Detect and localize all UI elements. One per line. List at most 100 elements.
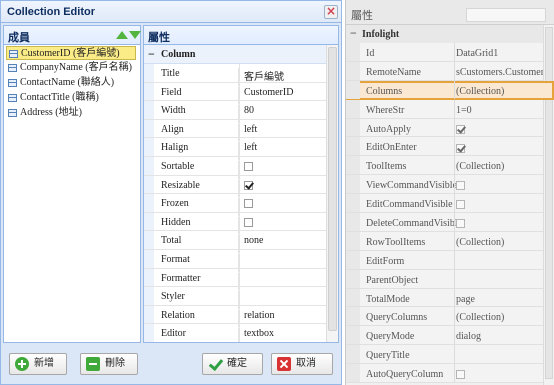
property-row[interactable]: Total none [144, 231, 338, 253]
property-row[interactable]: Formatter [144, 268, 338, 291]
side-property-row[interactable]: QueryColumns (Collection) [346, 307, 554, 327]
side-property-name: TotalMode [366, 293, 410, 305]
row-gutter [346, 80, 360, 99]
side-panel-scrollbar[interactable] [543, 25, 554, 385]
property-value[interactable]: left [244, 124, 257, 135]
property-row[interactable]: Title 客戶編號 [144, 64, 338, 86]
column-divider [454, 80, 455, 99]
side-property-value [456, 218, 465, 229]
property-row[interactable]: Sortable [144, 156, 338, 179]
side-property-value[interactable]: page [456, 294, 475, 305]
side-property-row[interactable]: AutoApply [346, 118, 554, 138]
property-row[interactable]: Relation relation [144, 305, 338, 328]
side-property-row[interactable]: EditForm [346, 250, 554, 270]
property-value[interactable]: none [244, 235, 263, 246]
collapse-icon[interactable]: − [148, 48, 155, 60]
member-item[interactable]: ContactName (聯絡人) [6, 76, 136, 90]
side-property-value[interactable]: (Collection) [456, 237, 504, 248]
side-property-row[interactable]: ParentObject [346, 269, 554, 289]
add-icon [15, 357, 29, 371]
side-property-value[interactable]: (Collection) [456, 86, 504, 97]
side-property-row[interactable]: DeleteCommandVisible [346, 213, 554, 232]
move-down-icon[interactable] [129, 31, 141, 39]
property-value[interactable]: textbox [244, 328, 274, 339]
add-button[interactable]: 新增 [9, 353, 67, 375]
checkbox[interactable] [244, 180, 253, 190]
side-property-row[interactable]: Columns (Collection) [346, 80, 554, 100]
row-gutter [346, 99, 360, 118]
side-property-row[interactable]: WhereStr 1=0 [346, 99, 554, 119]
property-row[interactable]: Width 80 [144, 101, 338, 123]
properties-scrollbar[interactable] [326, 45, 338, 342]
property-row[interactable]: Resizable [144, 175, 338, 198]
property-value[interactable]: 80 [244, 105, 254, 116]
property-row[interactable]: Format [144, 249, 338, 272]
row-gutter [346, 231, 360, 250]
property-value[interactable]: left [244, 142, 257, 153]
side-property-row[interactable]: QueryTitle [346, 345, 554, 365]
column-divider [454, 326, 455, 345]
property-value[interactable]: relation [244, 310, 275, 321]
cancel-button[interactable]: 取消 [271, 353, 333, 375]
collapse-icon[interactable]: − [350, 27, 357, 39]
side-property-value[interactable]: dialog [456, 331, 481, 342]
property-value [244, 161, 253, 172]
property-group-column[interactable]: − Column [144, 45, 338, 64]
delete-icon [86, 357, 100, 371]
property-row[interactable]: Hidden [144, 212, 338, 235]
checkbox[interactable] [456, 124, 465, 134]
side-property-row[interactable]: RemoteName sCustomers.Customers [346, 61, 554, 81]
property-value[interactable]: CustomerID [244, 87, 293, 98]
checkbox[interactable] [456, 219, 465, 229]
property-value [244, 217, 253, 228]
side-property-row[interactable]: ViewCommandVisible [346, 175, 554, 195]
checkbox[interactable] [456, 143, 465, 153]
member-item[interactable]: Address (地址) [6, 106, 136, 120]
property-search-input[interactable] [466, 8, 546, 22]
member-label: CompanyName (客戶名稱) [20, 62, 132, 73]
move-up-icon[interactable] [116, 31, 128, 39]
side-property-name: QueryMode [366, 331, 415, 343]
side-property-value[interactable]: sCustomers.Customers [456, 67, 548, 78]
checkmark-icon [208, 357, 222, 371]
property-row[interactable]: Field CustomerID [144, 82, 338, 105]
side-property-row[interactable]: RowToolItems (Collection) [346, 231, 554, 251]
side-property-row[interactable]: TotalMode page [346, 288, 554, 308]
ok-button[interactable]: 確定 [202, 353, 263, 375]
side-property-value[interactable]: DataGrid1 [456, 48, 498, 59]
side-property-row[interactable]: EditOnEnter [346, 137, 554, 157]
column-divider [454, 307, 455, 326]
checkbox[interactable] [244, 199, 253, 209]
side-property-row[interactable]: EditCommandVisible [346, 194, 554, 214]
member-label: ContactName (聯絡人) [20, 77, 115, 88]
property-row[interactable]: Halign left [144, 138, 338, 160]
dialog-titlebar[interactable]: Collection Editor × [1, 1, 341, 23]
property-row[interactable]: Frozen [144, 194, 338, 216]
side-property-row[interactable]: ToolItems (Collection) [346, 156, 554, 176]
close-icon[interactable]: × [324, 5, 338, 19]
side-property-row[interactable]: QueryMode dialog [346, 326, 554, 346]
side-property-value[interactable]: 1=0 [456, 105, 472, 116]
checkbox[interactable] [456, 370, 465, 380]
property-row[interactable]: Align left [144, 119, 338, 142]
side-property-name: RowToolItems [366, 236, 426, 248]
member-item[interactable]: CustomerID (客戶編號) [6, 46, 136, 60]
property-row[interactable]: Editor textbox [144, 324, 338, 342]
scrollbar-thumb[interactable] [328, 47, 337, 331]
property-value[interactable]: 客戶編號 [244, 68, 284, 83]
side-property-row[interactable]: Id DataGrid1 [346, 43, 554, 62]
checkbox[interactable] [244, 217, 253, 227]
side-group-infolight[interactable]: − Infolight [346, 25, 554, 43]
member-item[interactable]: ContactTitle (職稱) [6, 91, 136, 105]
member-item[interactable]: CompanyName (客戶名稱) [6, 61, 136, 75]
side-property-value[interactable]: (Collection) [456, 161, 504, 172]
row-gutter [144, 249, 154, 268]
side-property-value[interactable]: (Collection) [456, 312, 504, 323]
property-row[interactable]: Styler [144, 287, 338, 309]
checkbox[interactable] [244, 162, 253, 172]
checkbox[interactable] [456, 181, 465, 191]
checkbox[interactable] [456, 200, 465, 210]
row-gutter [346, 213, 360, 231]
side-property-row[interactable]: AutoQueryColumn [346, 364, 554, 384]
delete-button[interactable]: 刪除 [80, 353, 138, 375]
